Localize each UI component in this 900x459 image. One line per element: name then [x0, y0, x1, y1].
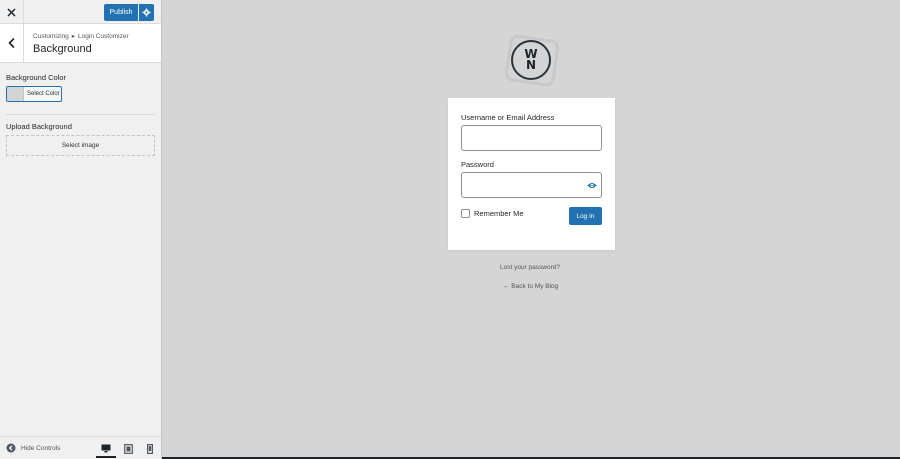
close-icon — [7, 8, 16, 16]
page-title: Background — [33, 43, 92, 55]
remember-me-checkbox[interactable] — [461, 209, 470, 218]
chevron-left-icon — [8, 38, 15, 48]
preview-desktop-button[interactable] — [96, 440, 116, 458]
publish-settings-button[interactable] — [139, 4, 154, 21]
select-image-button[interactable]: Select image — [6, 135, 155, 156]
customizer-footer: Hide Controls — [0, 436, 161, 459]
logo-letter-n: N — [525, 58, 537, 72]
remember-me: Remember Me — [461, 209, 524, 218]
login-button[interactable]: Log In — [569, 207, 602, 225]
username-label: Username or Email Address — [461, 113, 555, 122]
breadcrumb-item-login-customizer: Login Customizer — [78, 33, 129, 40]
remember-me-label: Remember Me — [474, 209, 524, 218]
select-color-button[interactable]: Select Color — [6, 86, 62, 102]
preview-mobile-button[interactable] — [140, 440, 160, 458]
upload-background-label: Upload Background — [6, 122, 72, 131]
preview-tablet-button[interactable] — [118, 440, 138, 458]
breadcrumb: Customizing ▸ Login Customizer — [33, 32, 129, 40]
publish-button[interactable]: Publish — [104, 4, 138, 21]
section-header: Customizing ▸ Login Customizer Background — [0, 24, 161, 63]
mobile-icon — [147, 444, 153, 454]
login-form: Username or Email Address Password Remem… — [448, 98, 615, 250]
back-to-blog-link[interactable]: ← Back to My Blog — [503, 283, 558, 290]
color-swatch — [7, 87, 24, 101]
select-color-label: Select Color — [27, 91, 60, 97]
breadcrumb-item-customizing: Customizing — [33, 33, 69, 40]
hide-controls-label: Hide Controls — [21, 444, 61, 452]
close-customizer-button[interactable] — [0, 0, 24, 24]
collapse-icon — [6, 443, 16, 453]
site-logo[interactable]: W N — [511, 40, 551, 80]
username-input[interactable] — [461, 125, 602, 151]
eye-icon — [587, 182, 597, 188]
login-preview: W N Username or Email Address Password R… — [162, 0, 900, 459]
divider — [6, 114, 155, 115]
hide-controls-button[interactable]: Hide Controls — [6, 441, 60, 455]
lost-password-link[interactable]: Lost your password? — [500, 264, 560, 271]
breadcrumb-separator: ▸ — [71, 33, 76, 40]
password-label: Password — [461, 160, 494, 169]
password-input[interactable] — [461, 172, 602, 198]
tablet-icon — [123, 444, 133, 454]
desktop-icon — [101, 444, 111, 452]
customizer-header: Publish — [0, 0, 161, 24]
customizer-sidebar: Publish Customizing ▸ Login Customizer Bac… — [0, 0, 162, 459]
background-color-label: Background Color — [6, 73, 67, 82]
gear-icon — [142, 8, 151, 17]
show-password-button[interactable] — [586, 179, 598, 191]
back-button[interactable] — [0, 24, 24, 62]
